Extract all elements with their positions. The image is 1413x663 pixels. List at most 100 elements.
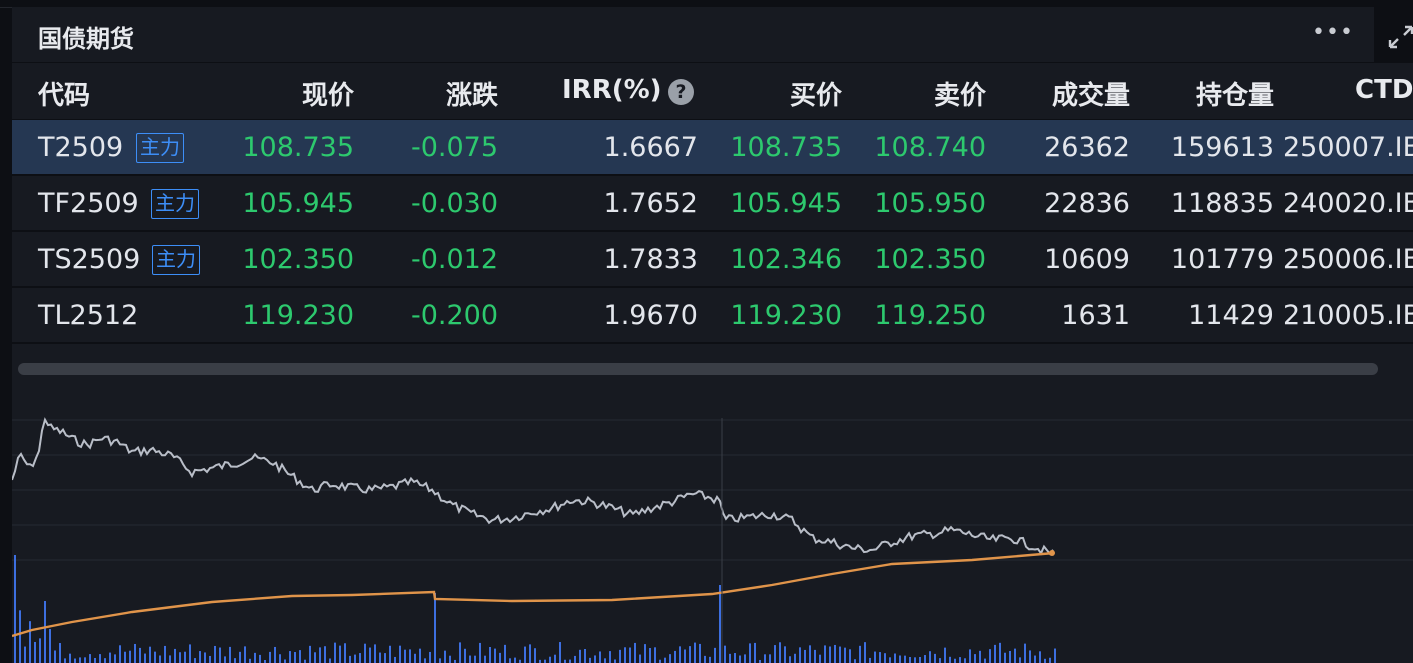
volume-bar	[874, 651, 876, 663]
volume-bar	[879, 652, 881, 663]
column-header-ask[interactable]: 卖价	[886, 75, 986, 112]
column-header-volume[interactable]: 成交量	[1020, 75, 1130, 112]
column-header-open-interest[interactable]: 持仓量	[1164, 75, 1274, 112]
volume-bar	[314, 652, 316, 663]
volume-bar	[424, 658, 426, 663]
volume-bar	[579, 649, 581, 663]
volume-bar	[629, 647, 631, 663]
horizontal-scrollbar[interactable]	[14, 359, 1409, 377]
volume-bar	[44, 601, 46, 663]
row-price: 108.735	[242, 132, 354, 163]
column-header-change[interactable]: 涨跌	[398, 75, 498, 112]
row-irr: 1.9670	[603, 300, 698, 331]
volume-bar	[1004, 652, 1006, 663]
row-ask: 108.740	[874, 132, 986, 163]
volume-bar	[459, 642, 461, 663]
table-row[interactable]: TF2509 主力 105.945 -0.030 1.7652 105.945 …	[12, 176, 1413, 232]
more-icon[interactable]: •••	[1312, 13, 1353, 53]
panel-title-bar: 国债期货 •••	[12, 7, 1413, 63]
volume-bar	[794, 653, 796, 663]
table-header: 代码 现价 涨跌 IRR(%) ? 买价 卖价 成交量 持仓量 CTD	[12, 63, 1413, 121]
volume-bar	[839, 646, 841, 663]
volume-bar	[469, 655, 471, 663]
volume-bar	[189, 644, 191, 663]
volume-bar	[114, 654, 116, 663]
row-code: T2509	[38, 132, 124, 163]
volume-bar	[479, 642, 481, 663]
main-contract-badge: 主力	[151, 189, 199, 219]
row-change: -0.200	[410, 300, 498, 331]
volume-bar	[254, 652, 256, 663]
volume-bar	[774, 645, 776, 663]
volume-bar	[219, 647, 221, 663]
main-contract-badge: 主力	[136, 133, 184, 163]
row-code: TL2512	[38, 300, 139, 331]
row-ctd: 210005.IB	[1283, 300, 1413, 331]
volume-bar	[34, 641, 36, 663]
row-ctd: 240020.IB	[1283, 188, 1413, 219]
column-header-price[interactable]: 现价	[254, 75, 354, 112]
column-header-irr[interactable]: IRR(%)	[562, 75, 662, 105]
column-header-bid[interactable]: 买价	[742, 75, 842, 112]
volume-bar	[259, 654, 261, 663]
volume-bar	[119, 645, 121, 663]
volume-bar	[354, 654, 356, 663]
volume-bar	[74, 658, 76, 663]
volume-bar	[19, 610, 21, 663]
column-header-ctd[interactable]: CTD	[1355, 75, 1413, 105]
volume-bar	[374, 644, 376, 663]
volume-bar	[414, 653, 416, 663]
volume-bar	[714, 647, 716, 663]
volume-bar	[854, 659, 856, 663]
table-row[interactable]: TS2509 主力 102.350 -0.012 1.7833 102.346 …	[12, 232, 1413, 288]
volume-bar	[149, 646, 151, 663]
volume-bar	[184, 651, 186, 663]
volume-bar	[214, 645, 216, 663]
table-row[interactable]: T2509 主力 108.735 -0.075 1.6667 108.735 1…	[12, 120, 1413, 176]
volume-bar	[1009, 650, 1011, 663]
volume-bar	[799, 647, 801, 663]
row-irr: 1.7833	[603, 244, 698, 275]
volume-bar	[649, 648, 651, 663]
volume-bar	[969, 649, 971, 663]
volume-bar	[859, 645, 861, 663]
column-header-code[interactable]: 代码	[38, 75, 90, 112]
volume-bar	[554, 654, 556, 663]
volume-bar	[179, 652, 181, 663]
volume-bar	[824, 645, 826, 663]
volume-bar	[784, 646, 786, 663]
volume-bar	[1019, 657, 1021, 663]
row-code: TS2509	[38, 244, 141, 275]
volume-bar	[1054, 648, 1056, 663]
volume-bar	[239, 651, 241, 663]
volume-bar	[94, 657, 96, 663]
table-row[interactable]: TL2512 119.230 -0.200 1.9670 119.230 119…	[12, 288, 1413, 344]
price-line	[12, 417, 1054, 556]
volume-bar	[1044, 658, 1046, 663]
row-ask: 119.250	[874, 300, 986, 331]
volume-bar	[604, 658, 606, 663]
volume-bar	[249, 658, 251, 663]
volume-bar	[504, 644, 506, 663]
volume-bar	[484, 655, 486, 663]
last-price-marker	[1049, 550, 1055, 556]
chart-grid	[12, 419, 1413, 561]
volume-bar	[464, 648, 466, 663]
volume-bar	[89, 654, 91, 663]
volume-bar	[1014, 648, 1016, 663]
volume-bar	[684, 649, 686, 663]
volume-bar	[499, 652, 501, 663]
row-open-interest: 11429	[1188, 300, 1274, 331]
panel-title: 国债期货	[38, 25, 134, 53]
volume-bar	[944, 647, 946, 663]
volume-bar	[644, 644, 646, 663]
volume-bar	[409, 649, 411, 663]
scrollbar-thumb[interactable]	[18, 363, 1378, 375]
expand-button[interactable]	[1374, 7, 1413, 62]
row-ask: 102.350	[874, 244, 986, 275]
volume-bar	[914, 657, 916, 663]
volume-bar	[84, 657, 86, 663]
volume-bar	[964, 658, 966, 663]
help-icon[interactable]: ?	[668, 79, 694, 105]
volume-bar	[394, 656, 396, 663]
